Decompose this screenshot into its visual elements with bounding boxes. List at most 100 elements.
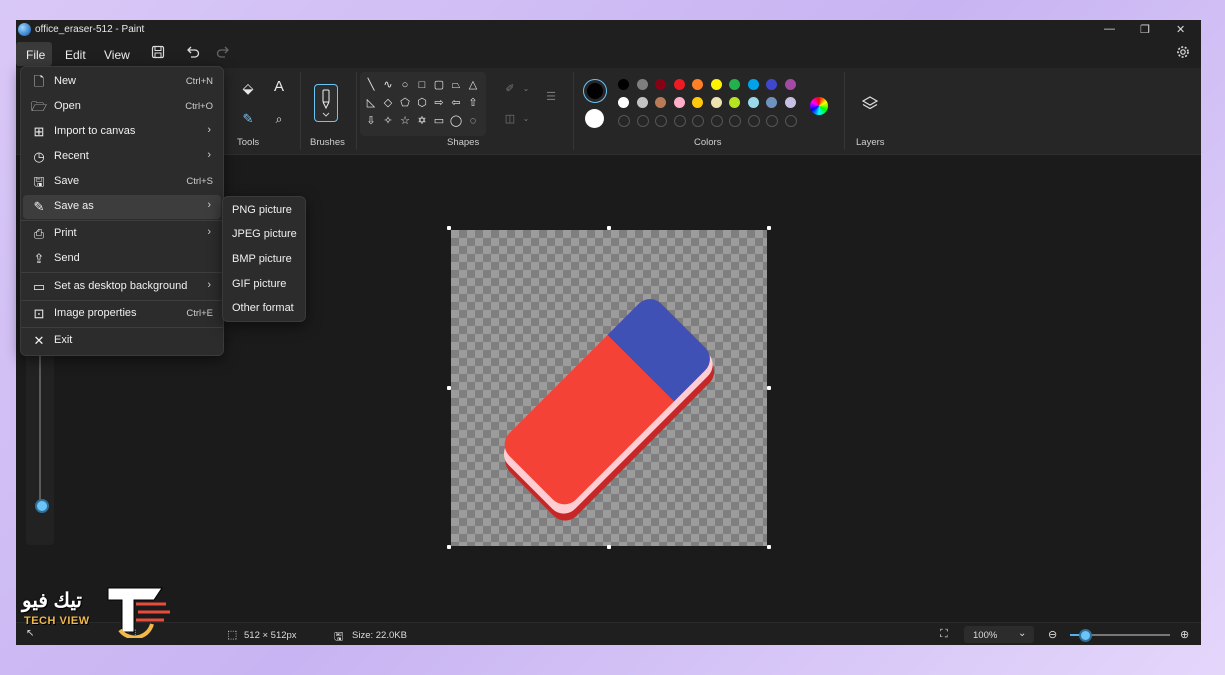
left-arrow-shape-icon[interactable]: ⇦ xyxy=(449,96,463,110)
fit-to-window-icon[interactable]: ⛶ xyxy=(940,628,948,641)
callout-rectangle-shape-icon[interactable]: ▭ xyxy=(432,114,446,128)
right-arrow-shape-icon[interactable]: ⇨ xyxy=(432,96,446,110)
color-swatch[interactable] xyxy=(692,97,703,108)
stroke-size-icon[interactable]: ☰ xyxy=(542,90,560,104)
color-swatch[interactable] xyxy=(766,79,777,90)
chevron-down-icon[interactable]: ⌄ xyxy=(519,112,533,126)
menu-item-recent[interactable]: ◷ Recent › xyxy=(23,145,221,169)
save-icon[interactable] xyxy=(151,45,165,59)
color-swatch[interactable] xyxy=(784,79,796,90)
chevron-down-icon[interactable]: ⌄ xyxy=(519,82,533,96)
zoom-dropdown[interactable]: 100% ⌄ xyxy=(964,626,1034,643)
resize-handle[interactable] xyxy=(607,226,611,230)
right-triangle-shape-icon[interactable]: ◺ xyxy=(364,96,378,110)
curve-shape-icon[interactable]: ∿ xyxy=(381,78,395,92)
color-swatch[interactable] xyxy=(729,97,740,108)
down-arrow-shape-icon[interactable]: ⇩ xyxy=(364,114,378,128)
four-point-star-shape-icon[interactable]: ✧ xyxy=(381,114,395,128)
brush-size-slider-thumb[interactable] xyxy=(35,499,49,513)
resize-handle[interactable] xyxy=(767,386,771,390)
color-swatch[interactable] xyxy=(636,79,648,90)
resize-handle[interactable] xyxy=(447,226,451,230)
menu-item-print[interactable]: ⎙ Print › xyxy=(23,222,221,246)
color-swatch[interactable] xyxy=(673,97,685,108)
triangle-shape-icon[interactable]: △ xyxy=(466,78,480,92)
submenu-item-jpeg[interactable]: JPEG picture xyxy=(232,228,297,240)
file-menu-button[interactable]: File xyxy=(26,48,45,62)
color-swatch[interactable] xyxy=(747,97,759,108)
color-swatch[interactable] xyxy=(784,97,796,108)
edit-menu-button[interactable]: Edit xyxy=(65,48,86,62)
resize-handle[interactable] xyxy=(447,386,451,390)
custom-color-slot[interactable] xyxy=(710,115,723,127)
submenu-item-bmp[interactable]: BMP picture xyxy=(232,253,292,265)
color-swatch[interactable] xyxy=(655,97,666,108)
callout-cloud-shape-icon[interactable]: ◌ xyxy=(466,114,480,128)
custom-color-slot[interactable] xyxy=(692,115,704,127)
undo-icon[interactable] xyxy=(185,45,200,59)
pentagon-shape-icon[interactable]: ⬠ xyxy=(398,96,412,110)
minimize-button[interactable]: — xyxy=(1104,23,1115,35)
drawing-canvas[interactable] xyxy=(451,230,767,546)
color-swatch[interactable] xyxy=(655,79,666,90)
custom-color-slot[interactable] xyxy=(729,115,741,127)
polygon-shape-icon[interactable]: ⏢ xyxy=(449,78,463,92)
zoom-in-icon[interactable]: ⊕ xyxy=(1180,628,1189,641)
color-swatch[interactable] xyxy=(766,97,777,108)
menu-item-send[interactable]: ⇪ Send xyxy=(23,247,221,271)
line-shape-icon[interactable]: ╲ xyxy=(364,78,378,92)
six-point-star-shape-icon[interactable]: ✡ xyxy=(415,114,429,128)
edit-colors-icon[interactable] xyxy=(810,97,828,115)
zoom-out-icon[interactable]: ⊖ xyxy=(1048,628,1057,641)
hexagon-shape-icon[interactable]: ⬡ xyxy=(415,96,429,110)
rounded-rectangle-shape-icon[interactable]: ▢ xyxy=(432,78,446,92)
menu-item-image-properties[interactable]: ⊡ Image properties Ctrl+E xyxy=(23,302,221,326)
color-swatch[interactable] xyxy=(710,97,722,108)
redo-icon[interactable] xyxy=(216,45,231,59)
resize-handle[interactable] xyxy=(447,545,451,549)
brushes-button[interactable] xyxy=(314,84,338,122)
color-swatch[interactable] xyxy=(618,79,629,90)
zoom-slider-thumb[interactable] xyxy=(1079,629,1092,642)
up-arrow-shape-icon[interactable]: ⇧ xyxy=(466,96,480,110)
color-swatch[interactable] xyxy=(618,97,629,108)
custom-color-slot[interactable] xyxy=(655,115,667,127)
menu-item-save-as[interactable]: ✎ Save as › xyxy=(23,195,221,219)
close-window-button[interactable]: ✕ xyxy=(1176,23,1185,36)
resize-handle[interactable] xyxy=(767,545,771,549)
text-tool-icon[interactable]: A xyxy=(272,79,286,94)
custom-color-slot[interactable] xyxy=(784,115,797,127)
custom-color-slot[interactable] xyxy=(766,115,778,127)
callout-oval-shape-icon[interactable]: ◯ xyxy=(449,114,463,128)
diamond-shape-icon[interactable]: ◇ xyxy=(381,96,395,110)
resize-handle[interactable] xyxy=(767,226,771,230)
custom-color-slot[interactable] xyxy=(618,115,630,127)
resize-handle[interactable] xyxy=(607,545,611,549)
brush-size-slider-track[interactable] xyxy=(39,350,41,510)
primary-color-button[interactable] xyxy=(583,79,607,103)
magnifier-icon[interactable]: ⌕ xyxy=(272,112,286,126)
settings-gear-icon[interactable] xyxy=(1176,45,1190,59)
oval-shape-icon[interactable]: ○ xyxy=(398,78,412,92)
menu-item-new[interactable]: 🗋 New Ctrl+N xyxy=(23,70,221,94)
menu-item-open[interactable]: 🗁 Open Ctrl+O xyxy=(23,95,221,119)
menu-item-import-to-canvas[interactable]: ⊞ Import to canvas › xyxy=(23,120,221,144)
menu-item-save[interactable]: 🖫 Save Ctrl+S xyxy=(23,170,221,194)
submenu-item-gif[interactable]: GIF picture xyxy=(232,278,286,290)
color-swatch[interactable] xyxy=(692,79,703,90)
outline-icon[interactable]: ✐ xyxy=(503,82,517,96)
custom-color-slot[interactable] xyxy=(673,115,686,127)
fill-icon[interactable]: ◫ xyxy=(503,112,517,126)
layers-icon[interactable] xyxy=(861,95,879,113)
fill-bucket-icon[interactable]: ⬙ xyxy=(241,81,255,95)
color-swatch[interactable] xyxy=(636,97,648,108)
menu-item-set-desktop-background[interactable]: ▭ Set as desktop background › xyxy=(23,275,221,299)
color-swatch[interactable] xyxy=(710,79,722,90)
submenu-item-other-format[interactable]: Other format xyxy=(232,302,294,314)
view-menu-button[interactable]: View xyxy=(104,48,130,62)
submenu-item-png[interactable]: PNG picture xyxy=(232,204,292,216)
color-swatch[interactable] xyxy=(673,79,685,90)
five-point-star-shape-icon[interactable]: ☆ xyxy=(398,114,412,128)
color-swatch[interactable] xyxy=(729,79,740,90)
custom-color-slot[interactable] xyxy=(747,115,760,127)
